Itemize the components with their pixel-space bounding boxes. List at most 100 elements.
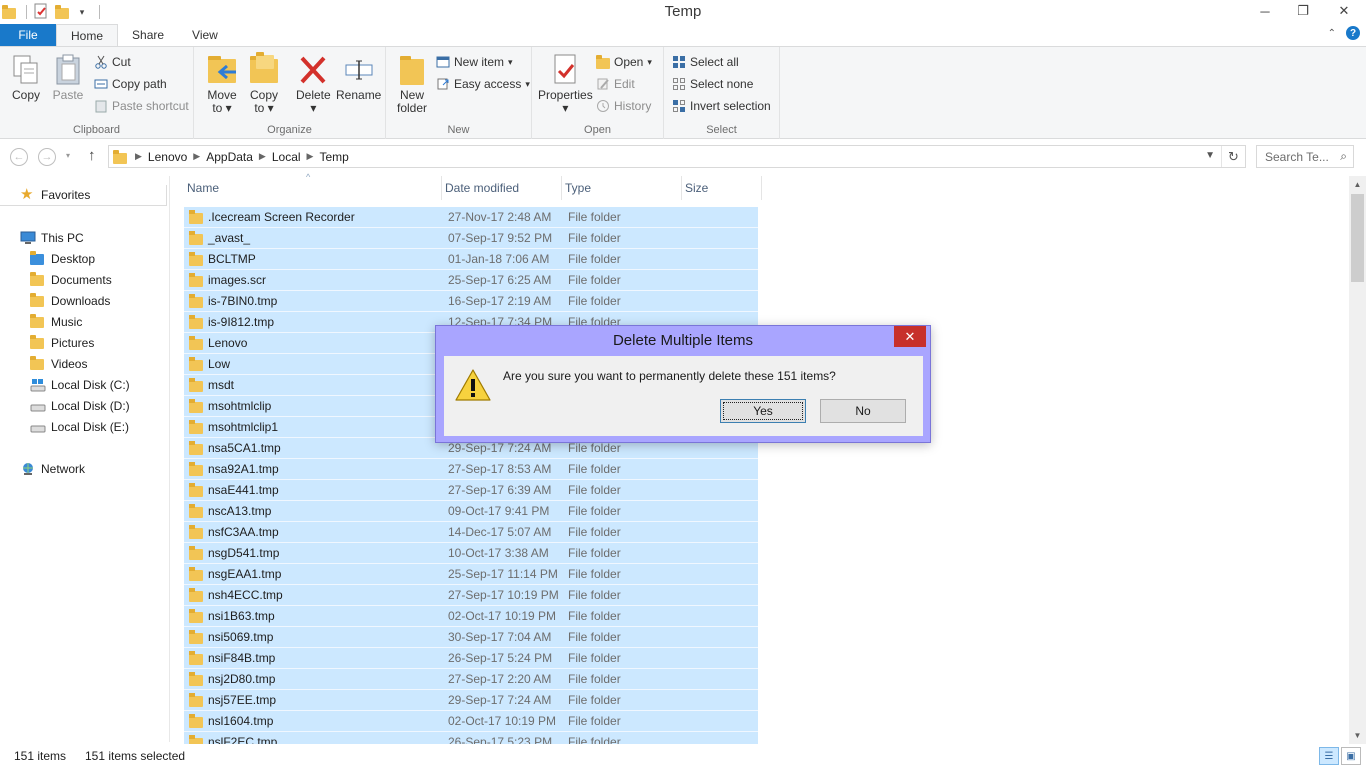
- cut-button[interactable]: Cut: [94, 53, 131, 71]
- file-row[interactable]: nsgD541.tmp 10-Oct-17 3:38 AM File folder: [184, 543, 758, 564]
- tab-file[interactable]: File: [0, 24, 56, 46]
- forward-button[interactable]: →: [38, 148, 56, 166]
- vertical-scrollbar[interactable]: ▲ ▼: [1349, 176, 1366, 744]
- column-size[interactable]: Size: [682, 176, 762, 200]
- nav-this-pc[interactable]: This PC: [20, 227, 84, 248]
- new-folder-button[interactable]: New folder: [396, 53, 428, 115]
- history-button[interactable]: History: [596, 97, 651, 115]
- nav-favorites[interactable]: ★ Favorites: [0, 185, 167, 206]
- file-type: File folder: [568, 651, 621, 665]
- breadcrumb-lenovo[interactable]: Lenovo ▶: [148, 150, 206, 164]
- scroll-thumb[interactable]: [1351, 194, 1364, 282]
- file-row[interactable]: is-7BIN0.tmp 16-Sep-17 2:19 AM File folder: [184, 291, 758, 312]
- file-row[interactable]: nsl1604.tmp 02-Oct-17 10:19 PM File folder: [184, 711, 758, 732]
- no-button[interactable]: No: [820, 399, 906, 423]
- chevron-right-icon[interactable]: ▶: [259, 151, 266, 162]
- paste-shortcut-button[interactable]: Paste shortcut: [94, 97, 189, 115]
- scroll-up-arrow[interactable]: ▲: [1349, 176, 1366, 193]
- file-row[interactable]: nsi5069.tmp 30-Sep-17 7:04 AM File folder: [184, 627, 758, 648]
- scroll-down-arrow[interactable]: ▼: [1349, 727, 1366, 744]
- move-to-button[interactable]: Move to ▾: [206, 53, 238, 115]
- easy-access-button[interactable]: Easy access ▾: [436, 75, 530, 93]
- restore-button[interactable]: ❐: [1284, 0, 1322, 22]
- nav-videos[interactable]: Videos: [30, 353, 87, 374]
- properties-button[interactable]: Properties ▾: [538, 53, 593, 115]
- open-button[interactable]: Open ▾: [596, 53, 652, 71]
- chevron-right-icon[interactable]: ▶: [135, 151, 142, 162]
- chevron-right-icon[interactable]: ▶: [193, 151, 200, 162]
- file-row[interactable]: _avast_ 07-Sep-17 9:52 PM File folder: [184, 228, 758, 249]
- file-row[interactable]: nsh4ECC.tmp 27-Sep-17 10:19 PM File folder: [184, 585, 758, 606]
- file-row[interactable]: nsa92A1.tmp 27-Sep-17 8:53 AM File folder: [184, 459, 758, 480]
- file-row[interactable]: nsgEAA1.tmp 25-Sep-17 11:14 PM File folder: [184, 564, 758, 585]
- close-button[interactable]: ✕: [1322, 0, 1366, 22]
- open-folder-icon: [596, 55, 610, 69]
- tab-share[interactable]: Share: [118, 24, 178, 46]
- column-name[interactable]: Name: [184, 176, 442, 200]
- rename-button[interactable]: Rename: [336, 53, 381, 102]
- file-name: _avast_: [208, 231, 251, 245]
- invert-selection-button[interactable]: Invert selection: [672, 97, 771, 115]
- file-row[interactable]: nsiF84B.tmp 26-Sep-17 5:24 PM File folder: [184, 648, 758, 669]
- breadcrumb-temp[interactable]: Temp: [319, 150, 348, 164]
- nav-pictures[interactable]: Pictures: [30, 332, 94, 353]
- tab-view[interactable]: View: [178, 24, 232, 46]
- copy-path-button[interactable]: Copy path: [94, 75, 167, 93]
- address-bar[interactable]: ▶ Lenovo ▶ AppData ▶ Local ▶ Temp ▼ ↻: [108, 145, 1246, 168]
- breadcrumb-local[interactable]: Local ▶: [272, 150, 320, 164]
- file-name: Lenovo: [208, 336, 248, 350]
- file-row[interactable]: nsj57EE.tmp 29-Sep-17 7:24 AM File folder: [184, 690, 758, 711]
- file-row[interactable]: nsi1B63.tmp 02-Oct-17 10:19 PM File folder: [184, 606, 758, 627]
- recent-locations-icon[interactable]: ▾: [66, 151, 70, 160]
- chevron-down-icon[interactable]: ▼: [1205, 150, 1215, 161]
- collapse-ribbon-icon[interactable]: ⌃: [1328, 28, 1336, 39]
- file-name: nsgD541.tmp: [208, 546, 280, 560]
- nav-desktop[interactable]: Desktop: [30, 248, 95, 269]
- refresh-icon[interactable]: ↻: [1221, 146, 1245, 167]
- file-row[interactable]: nscA13.tmp 09-Oct-17 9:41 PM File folder: [184, 501, 758, 522]
- up-button[interactable]: ↑: [88, 147, 96, 164]
- file-row[interactable]: BCLTMP 01-Jan-18 7:06 AM File folder: [184, 249, 758, 270]
- delete-button[interactable]: Delete ▾: [296, 53, 331, 115]
- nav-music[interactable]: Music: [30, 311, 82, 332]
- properties-icon[interactable]: [33, 3, 51, 21]
- nav-disk-e[interactable]: Local Disk (E:): [30, 416, 129, 437]
- yes-button[interactable]: Yes: [720, 399, 806, 423]
- large-icons-view-icon[interactable]: ▣: [1341, 747, 1361, 765]
- file-row[interactable]: images.scr 25-Sep-17 6:25 AM File folder: [184, 270, 758, 291]
- paste-button[interactable]: Paste: [52, 53, 84, 102]
- folder-icon: [189, 714, 203, 728]
- file-row[interactable]: nslF2EC.tmp 26-Sep-17 5:23 PM File folder: [184, 732, 758, 744]
- file-row[interactable]: nsaE441.tmp 27-Sep-17 6:39 AM File folder: [184, 480, 758, 501]
- nav-network[interactable]: Network: [20, 458, 85, 479]
- back-button[interactable]: ←: [10, 148, 28, 166]
- search-input[interactable]: Search Te... ⌕: [1256, 145, 1354, 168]
- chevron-right-icon[interactable]: ▶: [307, 151, 314, 162]
- file-row[interactable]: nsj2D80.tmp 27-Sep-17 2:20 AM File folder: [184, 669, 758, 690]
- new-item-button[interactable]: New item ▾: [436, 53, 513, 71]
- customize-qat-icon[interactable]: ▾: [73, 3, 91, 21]
- select-all-button[interactable]: Select all: [672, 53, 739, 71]
- minimize-button[interactable]: ─: [1246, 0, 1284, 22]
- file-type: File folder: [568, 630, 621, 644]
- new-folder-icon[interactable]: [53, 3, 71, 21]
- copy-button[interactable]: Copy: [10, 53, 42, 102]
- file-row[interactable]: .Icecream Screen Recorder 27-Nov-17 2:48 …: [184, 207, 758, 228]
- details-view-icon[interactable]: ☰: [1319, 747, 1339, 765]
- tab-home[interactable]: Home: [56, 24, 119, 46]
- edit-button[interactable]: Edit: [596, 75, 635, 93]
- nav-downloads[interactable]: Downloads: [30, 290, 110, 311]
- help-icon[interactable]: ?: [1346, 26, 1360, 40]
- nav-disk-d[interactable]: Local Disk (D:): [30, 395, 130, 416]
- file-type: File folder: [568, 462, 621, 476]
- column-type[interactable]: Type: [562, 176, 682, 200]
- select-none-button[interactable]: Select none: [672, 75, 753, 93]
- music-folder-icon: [30, 313, 46, 330]
- nav-disk-c[interactable]: Local Disk (C:): [30, 374, 130, 395]
- copy-to-button[interactable]: Copy to ▾: [248, 52, 280, 115]
- column-date-modified[interactable]: Date modified: [442, 176, 562, 200]
- breadcrumb-appdata[interactable]: AppData ▶: [206, 150, 272, 164]
- file-row[interactable]: nsfC3AA.tmp 14-Dec-17 5:07 AM File folder: [184, 522, 758, 543]
- dialog-close-button[interactable]: ✕: [894, 326, 926, 347]
- nav-documents[interactable]: Documents: [30, 269, 112, 290]
